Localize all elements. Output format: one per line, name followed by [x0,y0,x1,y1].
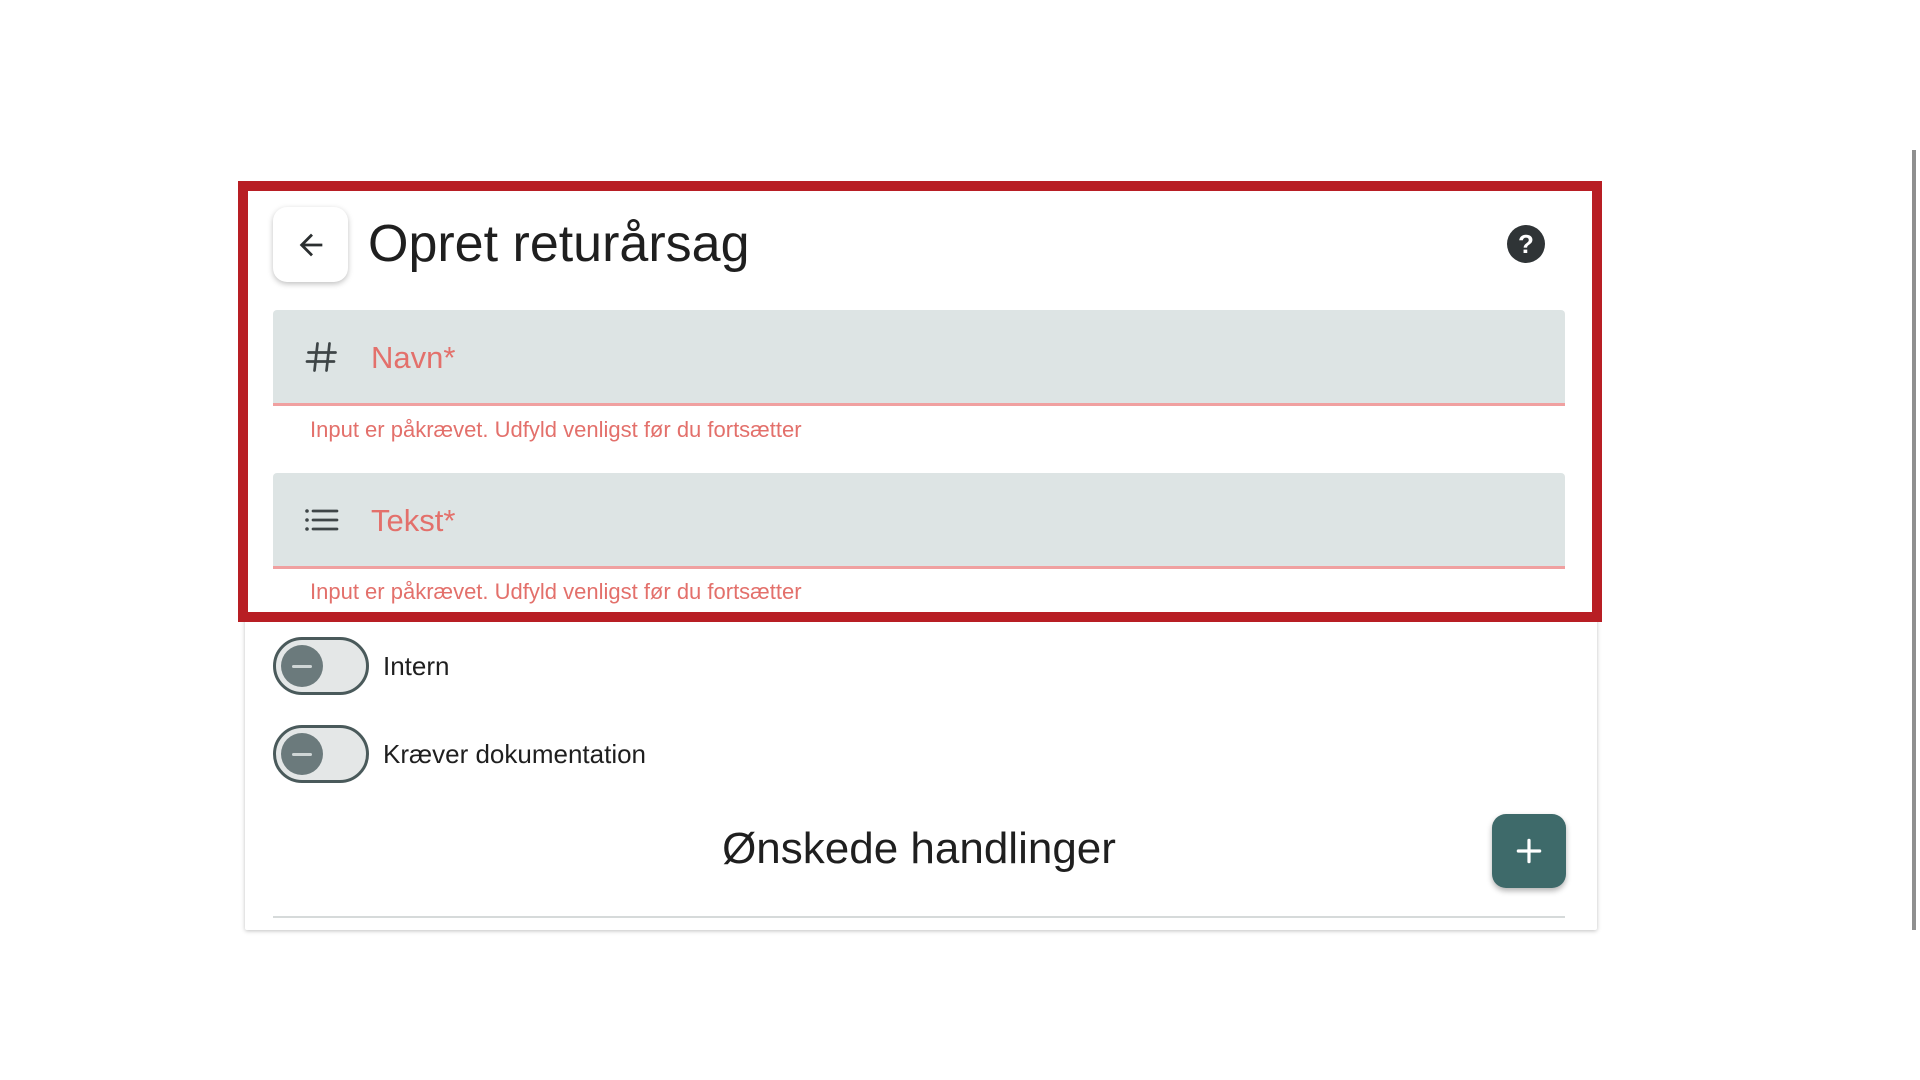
name-field-label: Navn* [371,340,456,375]
intern-toggle-row[interactable]: Intern [273,636,450,696]
scrollbar[interactable] [1912,150,1916,930]
intern-toggle-label: Intern [383,650,450,681]
toggle-off-icon [281,645,323,687]
actions-section-title: Ønskede handlinger [722,824,1116,873]
page-title: Opret returårsag [368,215,750,273]
add-action-button[interactable] [1492,814,1566,888]
name-field-error: Input er påkrævet. Udfyld venligst før d… [310,417,802,442]
help-button[interactable]: ? [1507,225,1545,263]
hash-icon [301,334,343,380]
text-field-label: Tekst* [371,503,456,538]
back-button[interactable] [273,207,348,282]
documentation-toggle-row[interactable]: Kræver dokumentation [273,724,646,784]
text-field[interactable]: Tekst* [273,473,1565,569]
text-field-error: Input er påkrævet. Udfyld venligst før d… [310,579,802,604]
arrow-left-icon [299,233,322,256]
list-icon [301,497,343,543]
intern-toggle[interactable] [273,637,369,695]
help-icon: ? [1518,228,1534,259]
name-field[interactable]: Navn* [273,310,1565,406]
documentation-toggle-label: Kræver dokumentation [383,738,647,769]
toggle-off-icon [281,733,323,775]
section-divider [273,916,1565,918]
documentation-toggle[interactable] [273,725,369,783]
plus-icon [1516,838,1542,864]
